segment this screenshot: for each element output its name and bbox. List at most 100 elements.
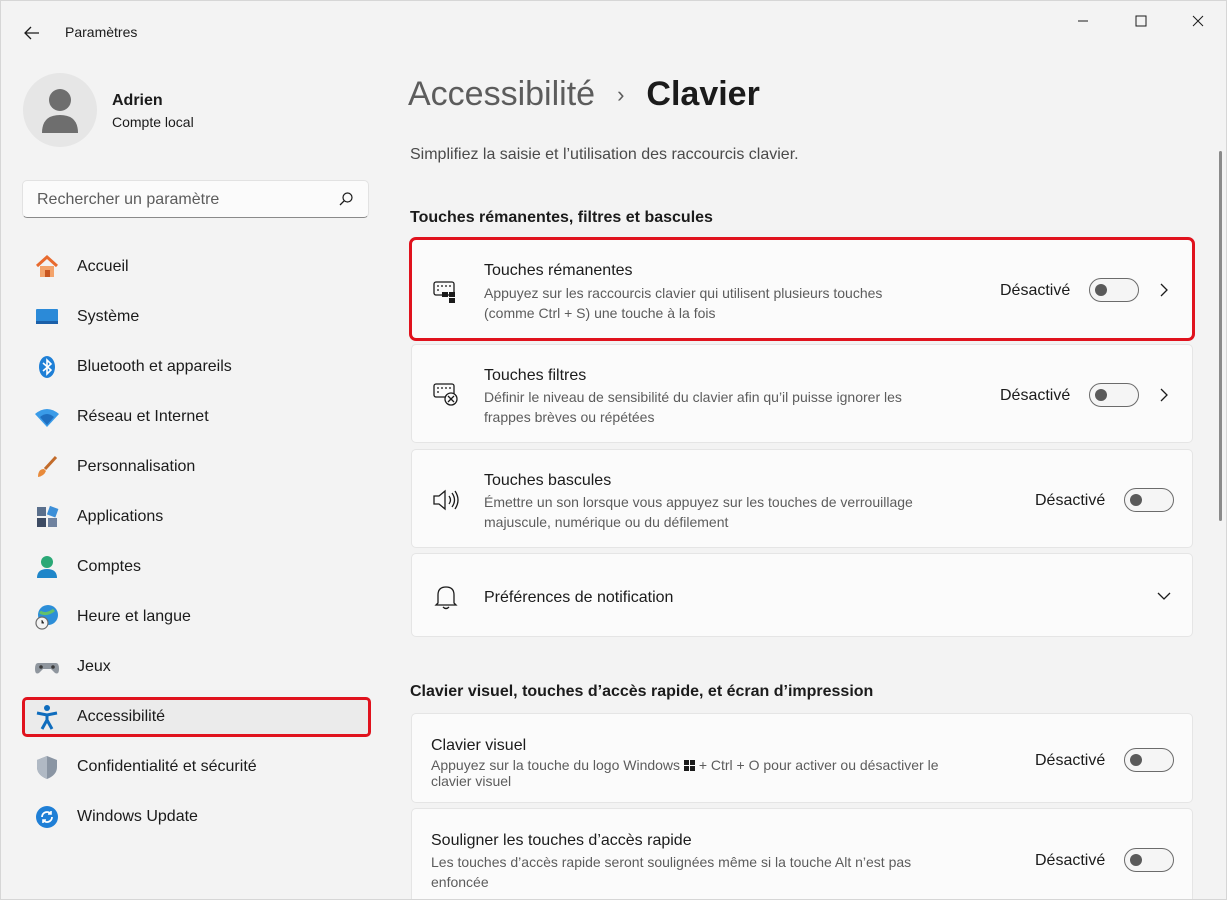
minimize-icon (1078, 20, 1088, 22)
toggle-state-label: Désactivé (1000, 282, 1071, 299)
card-description: Émettre un son lorsque vous appuyez sur … (484, 494, 913, 510)
toggle-knob (1130, 494, 1142, 506)
notification-preferences-card[interactable]: Préférences de notification (411, 553, 1193, 637)
sidebar-item-accessibilite[interactable]: Accessibilité (22, 697, 371, 737)
brush-icon (33, 453, 61, 481)
bell-icon (432, 583, 460, 611)
wifi-icon (33, 403, 61, 431)
card-title: Souligner les touches d’accès rapide (431, 832, 692, 849)
chevron-down-icon[interactable] (1156, 588, 1172, 604)
sidebar-item-windows-update[interactable]: Windows Update (22, 797, 371, 837)
breadcrumb-parent[interactable]: Accessibilité (408, 75, 595, 114)
sticky-keys-icon (432, 278, 460, 306)
card-title: Touches filtres (484, 367, 587, 384)
card-description: Définir le niveau de sensibilité du clav… (484, 389, 902, 405)
user-avatar-icon (42, 89, 78, 133)
back-arrow-icon (24, 26, 39, 40)
card-description: Appuyez sur les raccourcis clavier qui u… (484, 285, 883, 301)
sidebar-item-jeux[interactable]: Jeux (22, 647, 371, 687)
card-title: Préférences de notification (484, 589, 674, 606)
windows-logo-icon (683, 760, 695, 771)
card-title: Touches bascules (484, 472, 612, 489)
home-icon (33, 253, 61, 281)
close-button[interactable] (1175, 9, 1221, 33)
profile-account-type: Compte local (112, 114, 194, 130)
sidebar-item-label: Accueil (77, 258, 129, 275)
bluetooth-icon (33, 353, 61, 381)
toggle-state-label: Désactivé (1000, 387, 1071, 404)
sidebar-item-applications[interactable]: Applications (22, 497, 371, 537)
sidebar-item-label: Personnalisation (77, 458, 196, 475)
sidebar-nav: Accueil Système Bluetooth et appareils R… (22, 247, 371, 847)
sidebar-item-bluetooth[interactable]: Bluetooth et appareils (22, 347, 371, 387)
sidebar-item-label: Heure et langue (77, 608, 191, 625)
filter-keys-toggle[interactable] (1089, 383, 1139, 407)
back-button[interactable] (17, 19, 47, 47)
underline-access-keys-toggle[interactable] (1124, 848, 1174, 872)
card-description: enfoncée (431, 874, 489, 890)
section-heading: Clavier visuel, touches d’accès rapide, … (410, 683, 874, 700)
sidebar-item-confidentialite[interactable]: Confidentialité et sécurité (22, 747, 371, 787)
sidebar-item-label: Comptes (77, 558, 142, 575)
maximize-icon (1135, 15, 1147, 27)
page-title: Clavier (646, 75, 760, 113)
toggle-state-label: Désactivé (1035, 752, 1106, 769)
sidebar-item-label: Confidentialité et sécurité (77, 758, 257, 775)
filter-keys-card[interactable]: Touches filtres Définir le niveau de sen… (411, 344, 1193, 443)
sticky-keys-toggle[interactable] (1089, 278, 1139, 302)
system-icon (33, 303, 61, 331)
sidebar-item-label: Système (77, 308, 140, 325)
section-heading: Touches rémanentes, filtres et bascules (410, 209, 713, 226)
sidebar-item-label: Jeux (77, 658, 111, 675)
maximize-button[interactable] (1118, 9, 1164, 33)
card-title: Clavier visuel (431, 737, 527, 754)
breadcrumb: Accessibilité › Clavier (408, 75, 760, 114)
sticky-keys-card[interactable]: Touches rémanentes Appuyez sur les racco… (409, 237, 1195, 341)
card-description: clavier visuel (431, 773, 512, 789)
underline-access-keys-card: Souligner les touches d’accès rapide Les… (411, 808, 1193, 899)
chevron-right-icon[interactable] (1156, 387, 1172, 403)
toggle-state-label: Désactivé (1035, 492, 1106, 509)
on-screen-keyboard-toggle[interactable] (1124, 748, 1174, 772)
avatar[interactable] (23, 73, 97, 147)
title-bar: Paramètres (1, 1, 1226, 63)
toggle-keys-toggle[interactable] (1124, 488, 1174, 512)
accessibility-icon (33, 703, 61, 731)
settings-window: Paramètres Adrien Compte local Recherche… (0, 0, 1227, 900)
sidebar-item-reseau[interactable]: Réseau et Internet (22, 397, 371, 437)
card-description: majuscule, numérique ou du défilement (484, 514, 729, 530)
card-description-part: + Ctrl + O pour activer ou désactiver le (698, 757, 939, 773)
close-icon (1192, 15, 1204, 27)
sidebar-item-accueil[interactable]: Accueil (22, 247, 371, 287)
search-input[interactable]: Rechercher un paramètre (22, 180, 369, 218)
sidebar-item-comptes[interactable]: Comptes (22, 547, 371, 587)
sidebar-item-heure-langue[interactable]: Heure et langue (22, 597, 371, 637)
search-placeholder: Rechercher un paramètre (37, 191, 220, 208)
filter-keys-icon (432, 381, 460, 409)
sidebar-item-label: Accessibilité (77, 708, 166, 725)
search-icon (339, 192, 353, 206)
scrollbar[interactable] (1219, 151, 1222, 521)
speaker-icon (432, 486, 460, 514)
gamepad-icon (33, 653, 61, 681)
page-subtitle: Simplifiez la saisie et l’utilisation de… (410, 146, 799, 163)
globe-clock-icon (33, 603, 61, 631)
toggle-knob (1095, 284, 1107, 296)
shield-icon (33, 753, 61, 781)
sidebar-item-label: Bluetooth et appareils (77, 358, 232, 375)
card-description: frappes brèves ou répétées (484, 409, 655, 425)
card-description: Les touches d’accès rapide seront soulig… (431, 854, 912, 870)
card-description-part: Appuyez sur la touche du logo Windows (431, 757, 681, 773)
app-title: Paramètres (65, 24, 138, 40)
chevron-right-icon[interactable] (1156, 282, 1172, 298)
breadcrumb-separator: › (617, 81, 625, 107)
sidebar-item-systeme[interactable]: Système (22, 297, 371, 337)
sidebar-item-label: Applications (77, 508, 164, 525)
sidebar-item-personnalisation[interactable]: Personnalisation (22, 447, 371, 487)
apps-icon (33, 503, 61, 531)
card-title: Touches rémanentes (484, 262, 633, 279)
minimize-button[interactable] (1060, 9, 1106, 33)
on-screen-keyboard-card: Clavier visuel Appuyez sur la touche du … (411, 713, 1193, 803)
account-icon (33, 553, 61, 581)
sidebar-item-label: Windows Update (77, 808, 198, 825)
